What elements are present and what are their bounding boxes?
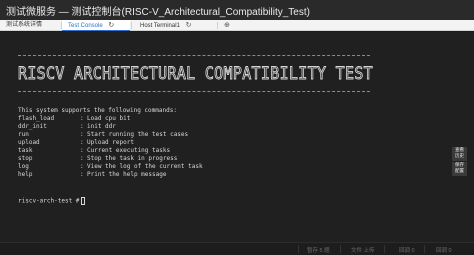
command-colon: : [80,155,84,162]
status-item[interactable]: 暂存 5 题 [307,246,330,254]
status-item[interactable]: 文件 上传 [351,246,375,254]
command-name: task [18,147,33,154]
command-colon: : [80,163,84,170]
command-name: help [18,171,33,178]
command-colon: : [80,115,84,122]
command-colon: : [80,147,84,154]
banner-text: RISCV ARCHITECTURAL COMPATIBILITY TEST [18,64,373,83]
command-desc: Start running the test cases [87,131,189,138]
command-name: upload [18,139,40,146]
status-divider [298,245,299,253]
ascii-banner: RISCV ARCHITECTURAL COMPATIBILITY TEST [18,64,373,83]
prompt-text: riscv-arch-test # [18,197,80,205]
window-title: 测试微服务 — 测试控制台(RISC-V_Architectural_Compa… [6,7,310,18]
status-divider [340,245,341,253]
command-desc: Stop the task in progress [87,155,178,162]
refresh-icon[interactable]: ↻ [186,20,192,31]
tab-label: 测试系统详情 [6,22,43,28]
tab-divider [217,22,218,29]
config-side-button[interactable]: 保存 配置 [452,162,467,176]
banner-divider-top [18,55,370,56]
status-item[interactable]: 回调 0 [436,246,452,254]
command-desc: Current executing tasks [87,147,171,154]
status-divider [384,245,385,253]
terminal-prompt[interactable]: riscv-arch-test # [18,197,86,205]
command-colon: : [80,131,84,138]
title-bar: 测试微服务 — 测试控制台(RISC-V_Architectural_Compa… [0,0,474,20]
tab-host-terminal1[interactable]: Host Terminal1 ↻ [134,20,214,31]
intro-line: This system supports the following comma… [18,107,177,114]
history-side-button[interactable]: 查看 历史 [452,147,467,161]
tab-label: Test Console [68,23,103,29]
tab-divider [131,22,132,29]
text-cursor [81,197,86,205]
tab-system-details[interactable]: 测试系统详情 [0,20,60,31]
command-desc: Load cpu bit [87,115,131,122]
command-name: run [18,131,29,138]
side-button-label: 保存 配置 [455,163,464,174]
tab-label: Host Terminal1 [140,23,180,29]
command-desc: Upload report [87,139,134,146]
tab-test-console[interactable]: Test Console ↻ [62,20,130,31]
command-colon: : [80,123,84,130]
command-colon: : [80,171,84,178]
command-name: stop [18,155,33,162]
status-divider [424,245,425,253]
command-desc: View the log of the current task [87,163,203,170]
command-name: flash_load [18,115,55,122]
banner-divider-bottom [18,91,370,92]
command-name: log [18,163,29,170]
refresh-icon[interactable]: ↻ [108,20,114,31]
status-item[interactable]: 回调 0 [399,246,415,254]
command-desc: init ddr [87,123,116,130]
terminal-console[interactable]: RISCV ARCHITECTURAL COMPATIBILITY TEST T… [0,32,474,242]
side-button-label: 查看 历史 [455,148,464,159]
add-tab-icon[interactable]: ⊕ [224,20,230,31]
command-name: ddr_init [18,123,47,130]
command-desc: Print the help message [87,171,167,178]
status-bar: 暂存 5 题 文件 上传 回调 0 回调 0 [0,242,474,255]
command-colon: : [80,139,84,146]
tab-bar: 测试系统详情 Test Console ↻ Host Terminal1 ↻ ⊕ [0,20,474,31]
